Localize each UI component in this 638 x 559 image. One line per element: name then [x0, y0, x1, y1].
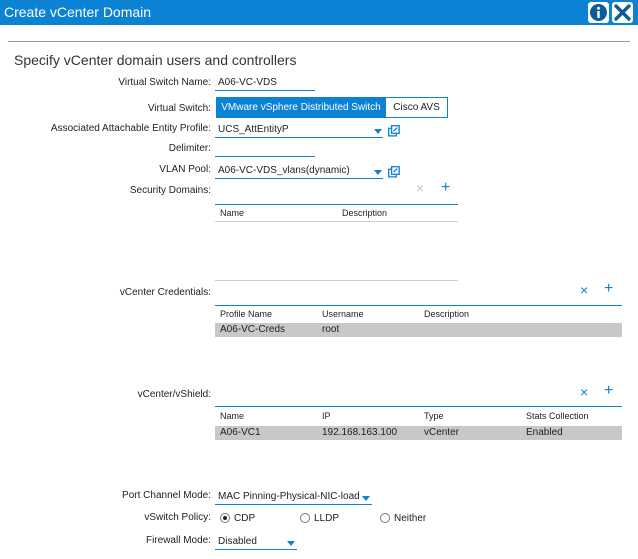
- vcenter-credentials-label: vCenter Credentials:: [119, 287, 211, 298]
- aaep-underline: [215, 137, 383, 138]
- form-heading: Specify vCenter domain users and control…: [14, 52, 297, 68]
- vlan-pool-label: VLAN Pool:: [159, 164, 211, 175]
- firewall-mode-label: Firewall Mode:: [145, 535, 211, 546]
- delimiter-input[interactable]: [215, 140, 315, 158]
- port-channel-mode-chevron-down-icon: [362, 496, 370, 501]
- vcenter-credentials-col-username: Username: [322, 309, 364, 319]
- delimiter-label: Delimiter:: [168, 143, 211, 154]
- security-domains-delete-icon[interactable]: ×: [416, 181, 424, 195]
- info-icon[interactable]: [588, 2, 609, 23]
- table-row[interactable]: A06-VC-Creds root: [215, 323, 622, 337]
- vcenter-vshield-label: vCenter/vShield:: [137, 389, 211, 400]
- delimiter-underline: [215, 156, 315, 157]
- vshield-stats-cell: Enabled: [526, 427, 563, 438]
- security-domains-col-name: Name: [220, 208, 245, 218]
- table-row[interactable]: A06-VC1 192.168.163.100 vCenter Enabled: [215, 426, 622, 440]
- security-domains-underline: [215, 204, 458, 205]
- vcenter-vshield-add-icon[interactable]: +: [604, 383, 613, 399]
- port-channel-mode-underline: [215, 504, 372, 505]
- vshield-col-ip: IP: [322, 411, 331, 421]
- cisco-avs-option-button[interactable]: Cisco AVS: [385, 97, 448, 118]
- security-domains-header-divider: [215, 221, 458, 222]
- firewall-mode-underline: [215, 549, 297, 550]
- vlan-pool-underline: [215, 178, 383, 179]
- port-channel-mode-value: MAC Pinning-Physical-NIC-load: [218, 491, 360, 502]
- virtual-switch-name-underline: [215, 90, 315, 91]
- vmware-vds-option-button[interactable]: VMware vSphere Distributed Switch: [216, 97, 386, 118]
- vshield-col-name: Name: [220, 411, 245, 421]
- virtual-switch-label: Virtual Switch:: [147, 103, 211, 114]
- dialog-titlebar: Create vCenter Domain: [0, 0, 638, 25]
- credentials-profile-name-cell: A06-VC-Creds: [220, 324, 286, 335]
- security-domains-label: Security Domains:: [129, 185, 211, 196]
- vcenter-vshield-delete-icon[interactable]: ×: [580, 385, 588, 399]
- security-domains-add-icon[interactable]: +: [441, 180, 450, 196]
- firewall-mode-chevron-down-icon: [287, 541, 295, 546]
- vlan-pool-select[interactable]: A06-VC-VDS_vlans(dynamic): [215, 162, 383, 180]
- vlan-pool-open-external-icon[interactable]: [388, 165, 400, 178]
- port-channel-mode-select[interactable]: MAC Pinning-Physical-NIC-load: [215, 488, 372, 506]
- virtual-switch-name-input[interactable]: A06-VC-VDS: [215, 74, 315, 92]
- lldp-radio-label: LLDP: [314, 513, 340, 524]
- cdp-radio[interactable]: [220, 513, 230, 523]
- vshield-name-cell: A06-VC1: [220, 427, 261, 438]
- cdp-radio-label: CDP: [234, 513, 256, 524]
- aaep-open-external-icon[interactable]: [388, 124, 400, 137]
- aaep-label: Associated Attachable Entity Profile:: [50, 123, 211, 134]
- vshield-type-cell: vCenter: [424, 427, 460, 438]
- vcenter-credentials-col-description: Description: [424, 309, 470, 319]
- firewall-mode-value: Disabled: [218, 536, 257, 547]
- aaep-select[interactable]: UCS_AttEntityP: [215, 121, 383, 139]
- header-divider: [8, 41, 630, 42]
- vcenter-credentials-col-profile-name: Profile Name: [220, 309, 273, 319]
- lldp-radio[interactable]: [300, 513, 310, 523]
- vswitch-policy-label: vSwitch Policy:: [144, 512, 211, 523]
- dialog-title: Create vCenter Domain: [4, 4, 152, 20]
- vlan-pool-chevron-down-icon: [374, 170, 382, 175]
- aaep-value: UCS_AttEntityP: [218, 124, 289, 135]
- vlan-pool-value: A06-VC-VDS_vlans(dynamic): [218, 165, 350, 176]
- port-channel-mode-label: Port Channel Mode:: [122, 490, 211, 501]
- aaep-chevron-down-icon: [374, 129, 382, 134]
- firewall-mode-select[interactable]: Disabled: [215, 533, 297, 551]
- credentials-username-cell: root: [322, 324, 340, 335]
- vcenter-credentials-add-icon[interactable]: +: [604, 281, 613, 297]
- close-icon[interactable]: [612, 2, 633, 23]
- vcenter-credentials-underline: [215, 305, 622, 306]
- vshield-col-stats-collection: Stats Collection: [526, 411, 589, 421]
- virtual-switch-name-label: Virtual Switch Name:: [118, 77, 211, 88]
- vcenter-vshield-underline: [215, 406, 622, 407]
- neither-radio-label: Neither: [394, 513, 427, 524]
- security-domains-bottom-border: [215, 280, 458, 281]
- vshield-col-type: Type: [424, 411, 444, 421]
- security-domains-col-description: Description: [342, 208, 388, 218]
- neither-radio[interactable]: [380, 513, 390, 523]
- vcenter-credentials-delete-icon[interactable]: ×: [580, 283, 588, 297]
- virtual-switch-name-value: A06-VC-VDS: [218, 77, 277, 88]
- vshield-ip-cell: 192.168.163.100: [322, 427, 398, 438]
